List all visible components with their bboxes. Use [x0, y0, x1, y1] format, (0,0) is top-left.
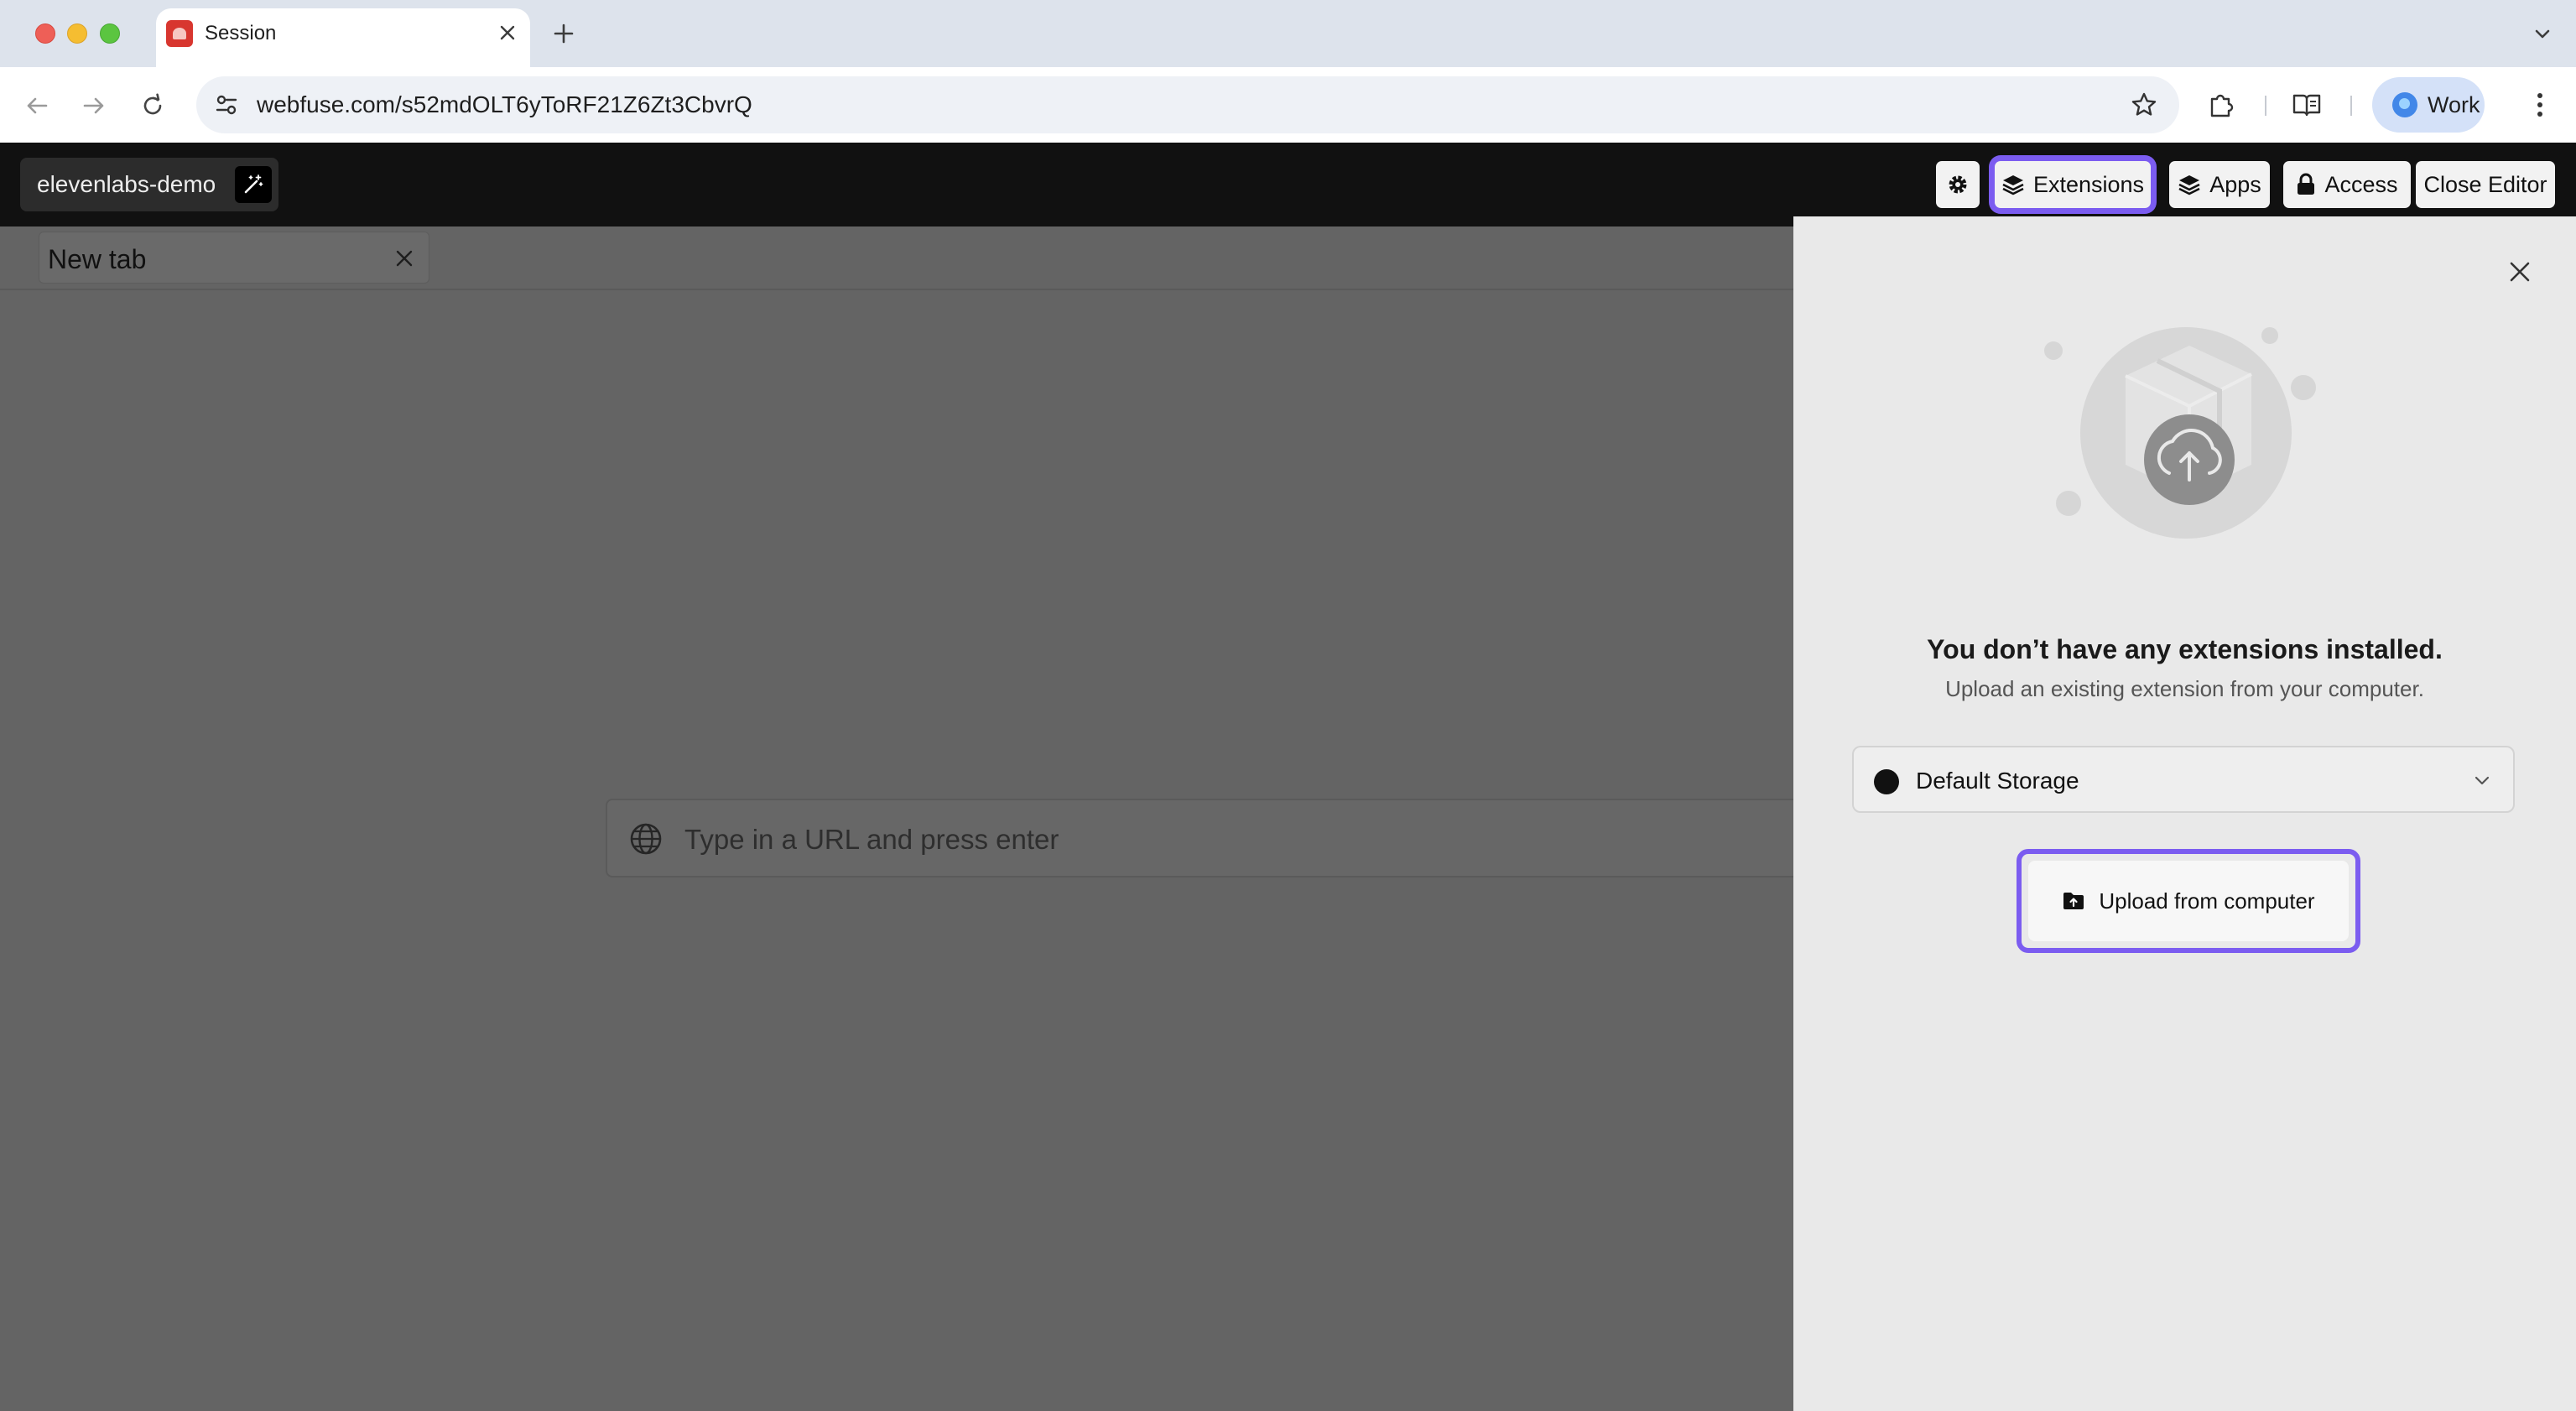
apps-button[interactable]: Apps [2169, 161, 2270, 208]
storage-select-value: Default Storage [1916, 768, 2079, 794]
upload-from-computer-button[interactable]: Upload from computer [2028, 861, 2349, 941]
session-favicon-icon [166, 20, 193, 47]
profile-label: Work [2428, 91, 2480, 117]
address-bar[interactable]: webfuse.com/s52mdOLT6yToRF21Z6Zt3CbvrQ [196, 76, 2179, 133]
back-arrow-icon[interactable] [18, 87, 55, 124]
extensions-panel: You don’t have any extensions installed.… [1793, 216, 2576, 1411]
window-minimize-button[interactable] [67, 23, 87, 44]
access-button-label: Access [2324, 171, 2398, 197]
globe-icon [627, 820, 664, 857]
reload-icon[interactable] [134, 87, 171, 124]
toolbar-divider [2265, 96, 2266, 116]
lock-icon [2296, 173, 2316, 196]
forward-arrow-icon[interactable] [75, 87, 112, 124]
close-editor-label: Close Editor [2423, 171, 2547, 197]
session-workspace-overlay: New tab Type in a URL and press enter [0, 226, 1793, 1411]
session-url-input[interactable]: Type in a URL and press enter [606, 799, 1793, 877]
storage-color-dot [1874, 769, 1899, 794]
site-settings-icon[interactable] [208, 86, 245, 123]
empty-box-illustration [2042, 305, 2327, 557]
session-tab-close-icon[interactable] [392, 246, 417, 271]
project-selector[interactable]: elevenlabs-demo [20, 158, 278, 211]
apps-button-label: Apps [2209, 171, 2261, 197]
session-tabbar: New tab [0, 226, 1793, 290]
magic-wand-icon[interactable] [235, 166, 272, 203]
window-close-button[interactable] [35, 23, 55, 44]
extensions-puzzle-icon[interactable] [2203, 86, 2240, 123]
empty-state-subtitle: Upload an existing extension from your c… [1945, 676, 2424, 701]
url-text[interactable]: webfuse.com/s52mdOLT6yToRF21Z6Zt3CbvrQ [257, 91, 752, 118]
toolbar-divider [2350, 96, 2352, 116]
gear-icon [1946, 173, 1970, 196]
profile-button[interactable]: Work [2372, 77, 2485, 133]
browser-toolbar: webfuse.com/s52mdOLT6yToRF21Z6Zt3CbvrQ W… [0, 67, 2576, 143]
browser-tab-session[interactable]: Session [156, 8, 530, 67]
layers-icon [2001, 173, 2025, 196]
reading-mode-icon[interactable] [2288, 86, 2325, 123]
browser-tabstrip: Session [0, 0, 2576, 67]
url-input-placeholder: Type in a URL and press enter [684, 824, 1059, 855]
empty-state-title: You don’t have any extensions installed. [1927, 634, 2443, 664]
new-tab-icon[interactable] [547, 17, 580, 50]
browser-menu-icon[interactable] [2521, 86, 2558, 123]
session-tab-new-tab[interactable]: New tab [39, 232, 429, 284]
tab-search-chevron-icon[interactable] [2526, 17, 2559, 50]
settings-button[interactable] [1936, 161, 1980, 208]
chevron-down-icon [2469, 768, 2495, 793]
extensions-button-label: Extensions [2032, 171, 2145, 197]
extensions-button[interactable]: Extensions [1995, 161, 2151, 208]
storage-select[interactable]: Default Storage [1852, 746, 2515, 813]
window-zoom-button[interactable] [100, 23, 120, 44]
bookmark-star-icon[interactable] [2126, 86, 2162, 123]
access-button[interactable]: Access [2283, 161, 2411, 208]
profile-avatar-icon [2392, 92, 2417, 117]
folder-upload-icon [2062, 891, 2085, 911]
project-name: elevenlabs-demo [37, 171, 216, 197]
browser-tab-title: Session [205, 22, 277, 44]
layers-icon [2178, 173, 2201, 196]
tab-close-icon[interactable] [493, 18, 522, 47]
session-tab-title: New tab [48, 244, 147, 274]
close-editor-button[interactable]: Close Editor [2416, 161, 2555, 208]
panel-close-icon[interactable] [2501, 253, 2538, 290]
upload-button-label: Upload from computer [2099, 888, 2315, 914]
editor-header: elevenlabs-demo Extensions Apps Access C… [0, 143, 2576, 226]
